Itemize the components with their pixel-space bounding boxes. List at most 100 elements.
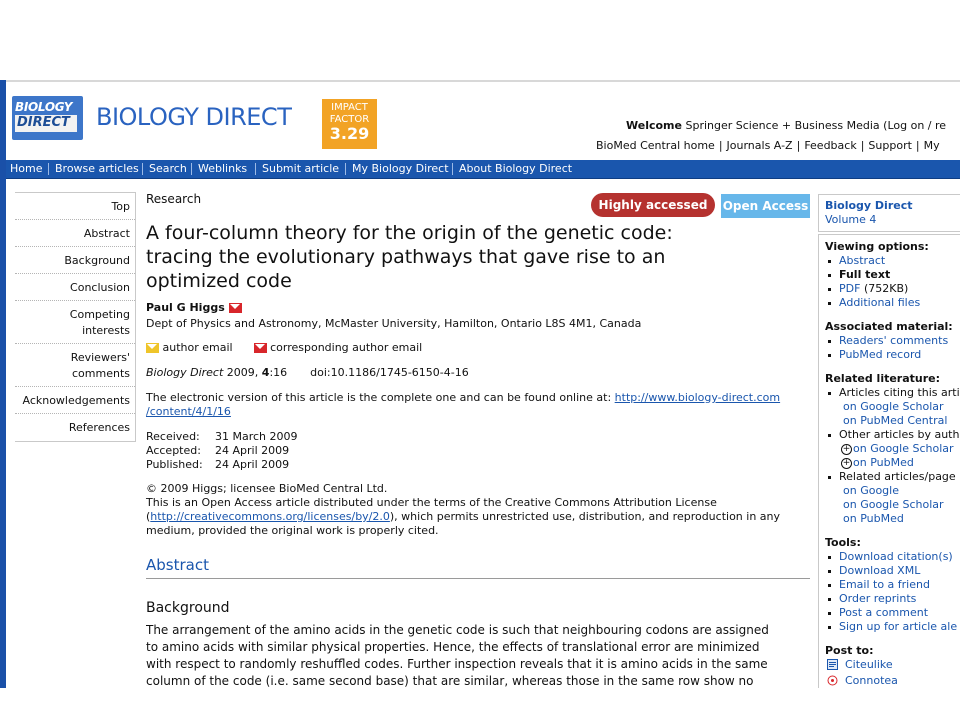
citeulike-icon[interactable] [827,659,838,670]
pdf-label[interactable]: PDF [839,282,860,295]
logo-text-1: BIOLOGY [15,100,73,114]
author-name[interactable]: Paul G Higgs [146,301,225,314]
article-section-nav: Top Abstract Background Conclusion Compe… [15,192,136,442]
article-url-link[interactable]: http://www.biology-direct.com [615,391,780,404]
related-google-link[interactable]: on Google [843,484,899,497]
link-journals-az[interactable]: Journals A-Z [727,139,793,152]
readers-comments-link[interactable]: Readers' comments [839,334,948,347]
related-articles-pages-label: Related articles/page [839,470,956,483]
post-comment-link[interactable]: Post a comment [839,606,928,619]
background-line-1: The arrangement of the amino acids in th… [146,623,769,637]
welcome-label: Welcome [626,119,682,132]
background-paragraph: The arrangement of the amino acids in th… [146,622,810,688]
nav-about-biology-direct[interactable]: About Biology Direct [459,162,572,175]
other-google-scholar-link[interactable]: + on Google Scholar [841,442,954,455]
leftnav-abstract[interactable]: Abstract [84,226,130,242]
download-xml-link[interactable]: Download XML [839,564,920,577]
license-line-3: medium, provided the original work is pr… [146,524,439,537]
citation-year: 2009, [226,366,259,379]
open-access-badge[interactable]: Open Access [721,194,810,218]
nav-browse-articles[interactable]: Browse articles [55,162,139,175]
leftnav-competing-interests-1[interactable]: Competing [70,307,130,323]
article-title-line-3: optimized code [146,270,292,292]
nav-weblinks[interactable]: Weblinks [198,162,247,175]
download-citations-link[interactable]: Download citation(s) [839,550,953,563]
email-friend-link[interactable]: Email to a friend [839,578,930,591]
citation-doi: doi:10.1186/1745-6150-4-16 [310,366,469,379]
leftnav-reviewers-comments-1[interactable]: Reviewers' [71,350,130,366]
leftnav-background[interactable]: Background [64,253,130,269]
corresponding-email-icon [253,343,267,353]
leftnav-reviewers-comments-2[interactable]: comments [72,366,130,382]
right-volume-link[interactable]: Volume 4 [825,213,876,226]
leftnav-top[interactable]: Top [111,199,130,215]
view-pdf-link[interactable]: PDF (752KB) [839,282,908,295]
article-title-line-2: tracing the evolutionary pathways that g… [146,246,666,268]
article-dates: Received: 31 March 2009 Accepted: 24 April… [146,430,298,472]
background-line-2: to amino acids with similar physical pro… [146,640,760,654]
email-envelope-icon[interactable] [228,303,242,313]
published-date: 24 April 2009 [215,458,290,471]
nav-search[interactable]: Search [149,162,187,175]
article-alerts-link[interactable]: Sign up for article ale [839,620,957,633]
leftnav-conclusion[interactable]: Conclusion [70,280,130,296]
received-date: 31 March 2009 [215,430,298,443]
copyright-line: © 2009 Higgs; licensee BioMed Central Lt… [146,482,388,495]
article-type: Research [146,192,202,206]
citing-google-scholar-link[interactable]: on Google Scholar [843,400,944,413]
author-line: Paul G Higgs [146,301,242,314]
citing-pubmed-central-link[interactable]: on PubMed Central [843,414,947,427]
connotea-link[interactable]: Connotea [845,674,898,687]
abstract-divider [146,578,810,579]
below-window-area [0,688,960,720]
electronic-text: The electronic version of this article i… [146,391,615,404]
view-full-text: Full text [839,268,891,281]
journal-brand-title[interactable]: BIOLOGY DIRECT [96,103,292,131]
related-google-scholar-link[interactable]: on Google Scholar [843,498,944,511]
window-top-border [6,80,960,82]
right-sidebar: Viewing options: Abstract Full text PDF … [818,234,960,689]
expand-plus-icon[interactable]: + [841,457,852,469]
highly-accessed-badge[interactable]: Highly accessed [591,193,715,217]
article-url-link-cont[interactable]: /content/4/1/16 [146,405,231,418]
welcome-user[interactable]: Springer Science + Business Media (Log o… [685,119,946,132]
nav-my-biology-direct[interactable]: My Biology Direct [352,162,449,175]
leftnav-acknowledgements[interactable]: Acknowledgements [22,393,130,409]
order-reprints-link[interactable]: Order reprints [839,592,916,605]
author-email-icon [146,343,159,353]
impact-label-1: IMPACT [331,102,368,113]
associated-material-heading: Associated material: [825,320,953,333]
leftnav-competing-interests-2[interactable]: interests [82,323,130,339]
connotea-icon[interactable] [827,675,838,686]
link-support[interactable]: Support [868,139,911,152]
related-pubmed-link[interactable]: on PubMed [843,512,904,525]
right-journal-link[interactable]: Biology Direct [825,199,912,212]
citation-line: Biology Direct 2009, 4:16 doi:10.1186/17… [146,366,469,379]
license-line-2: ), which permits unrestricted use, distr… [389,510,781,523]
view-additional-files-link[interactable]: Additional files [839,296,920,309]
citeulike-link[interactable]: Citeulike [845,658,893,671]
nav-submit-article[interactable]: Submit article [262,162,339,175]
expand-plus-icon[interactable]: + [841,443,852,455]
link-feedback[interactable]: Feedback [804,139,856,152]
other-pubmed-link[interactable]: + on PubMed [841,456,914,469]
biology-direct-logo[interactable]: BIOLOGY DIRECT [12,96,83,140]
nav-home[interactable]: Home [10,162,42,175]
pubmed-record-link[interactable]: PubMed record [839,348,921,361]
leftnav-references[interactable]: References [69,420,130,436]
view-abstract-link[interactable]: Abstract [839,254,885,267]
other-articles-by-author-label: Other articles by auth [839,428,960,441]
impact-factor-badge[interactable]: IMPACT FACTOR 3.29 [322,99,377,149]
link-biomed-home[interactable]: BioMed Central home [596,139,715,152]
pdf-size: (752KB) [863,282,909,295]
license-url-link[interactable]: http://creativecommons.org/licenses/by/2… [150,510,390,523]
journal-volume-box: Biology Direct Volume 4 [818,194,960,232]
article-title-line-1: A four-column theory for the origin of t… [146,222,673,244]
accepted-date: 24 April 2009 [215,444,290,457]
author-email-label: author email [162,341,233,354]
citation-journal: Biology Direct [146,366,224,379]
main-navbar: Home Browse articles Search Weblinks Sub… [6,160,960,179]
accepted-label: Accepted: [146,444,201,457]
background-line-3: with respect to randomly reshuffled code… [146,657,768,671]
link-my[interactable]: My [924,139,940,152]
